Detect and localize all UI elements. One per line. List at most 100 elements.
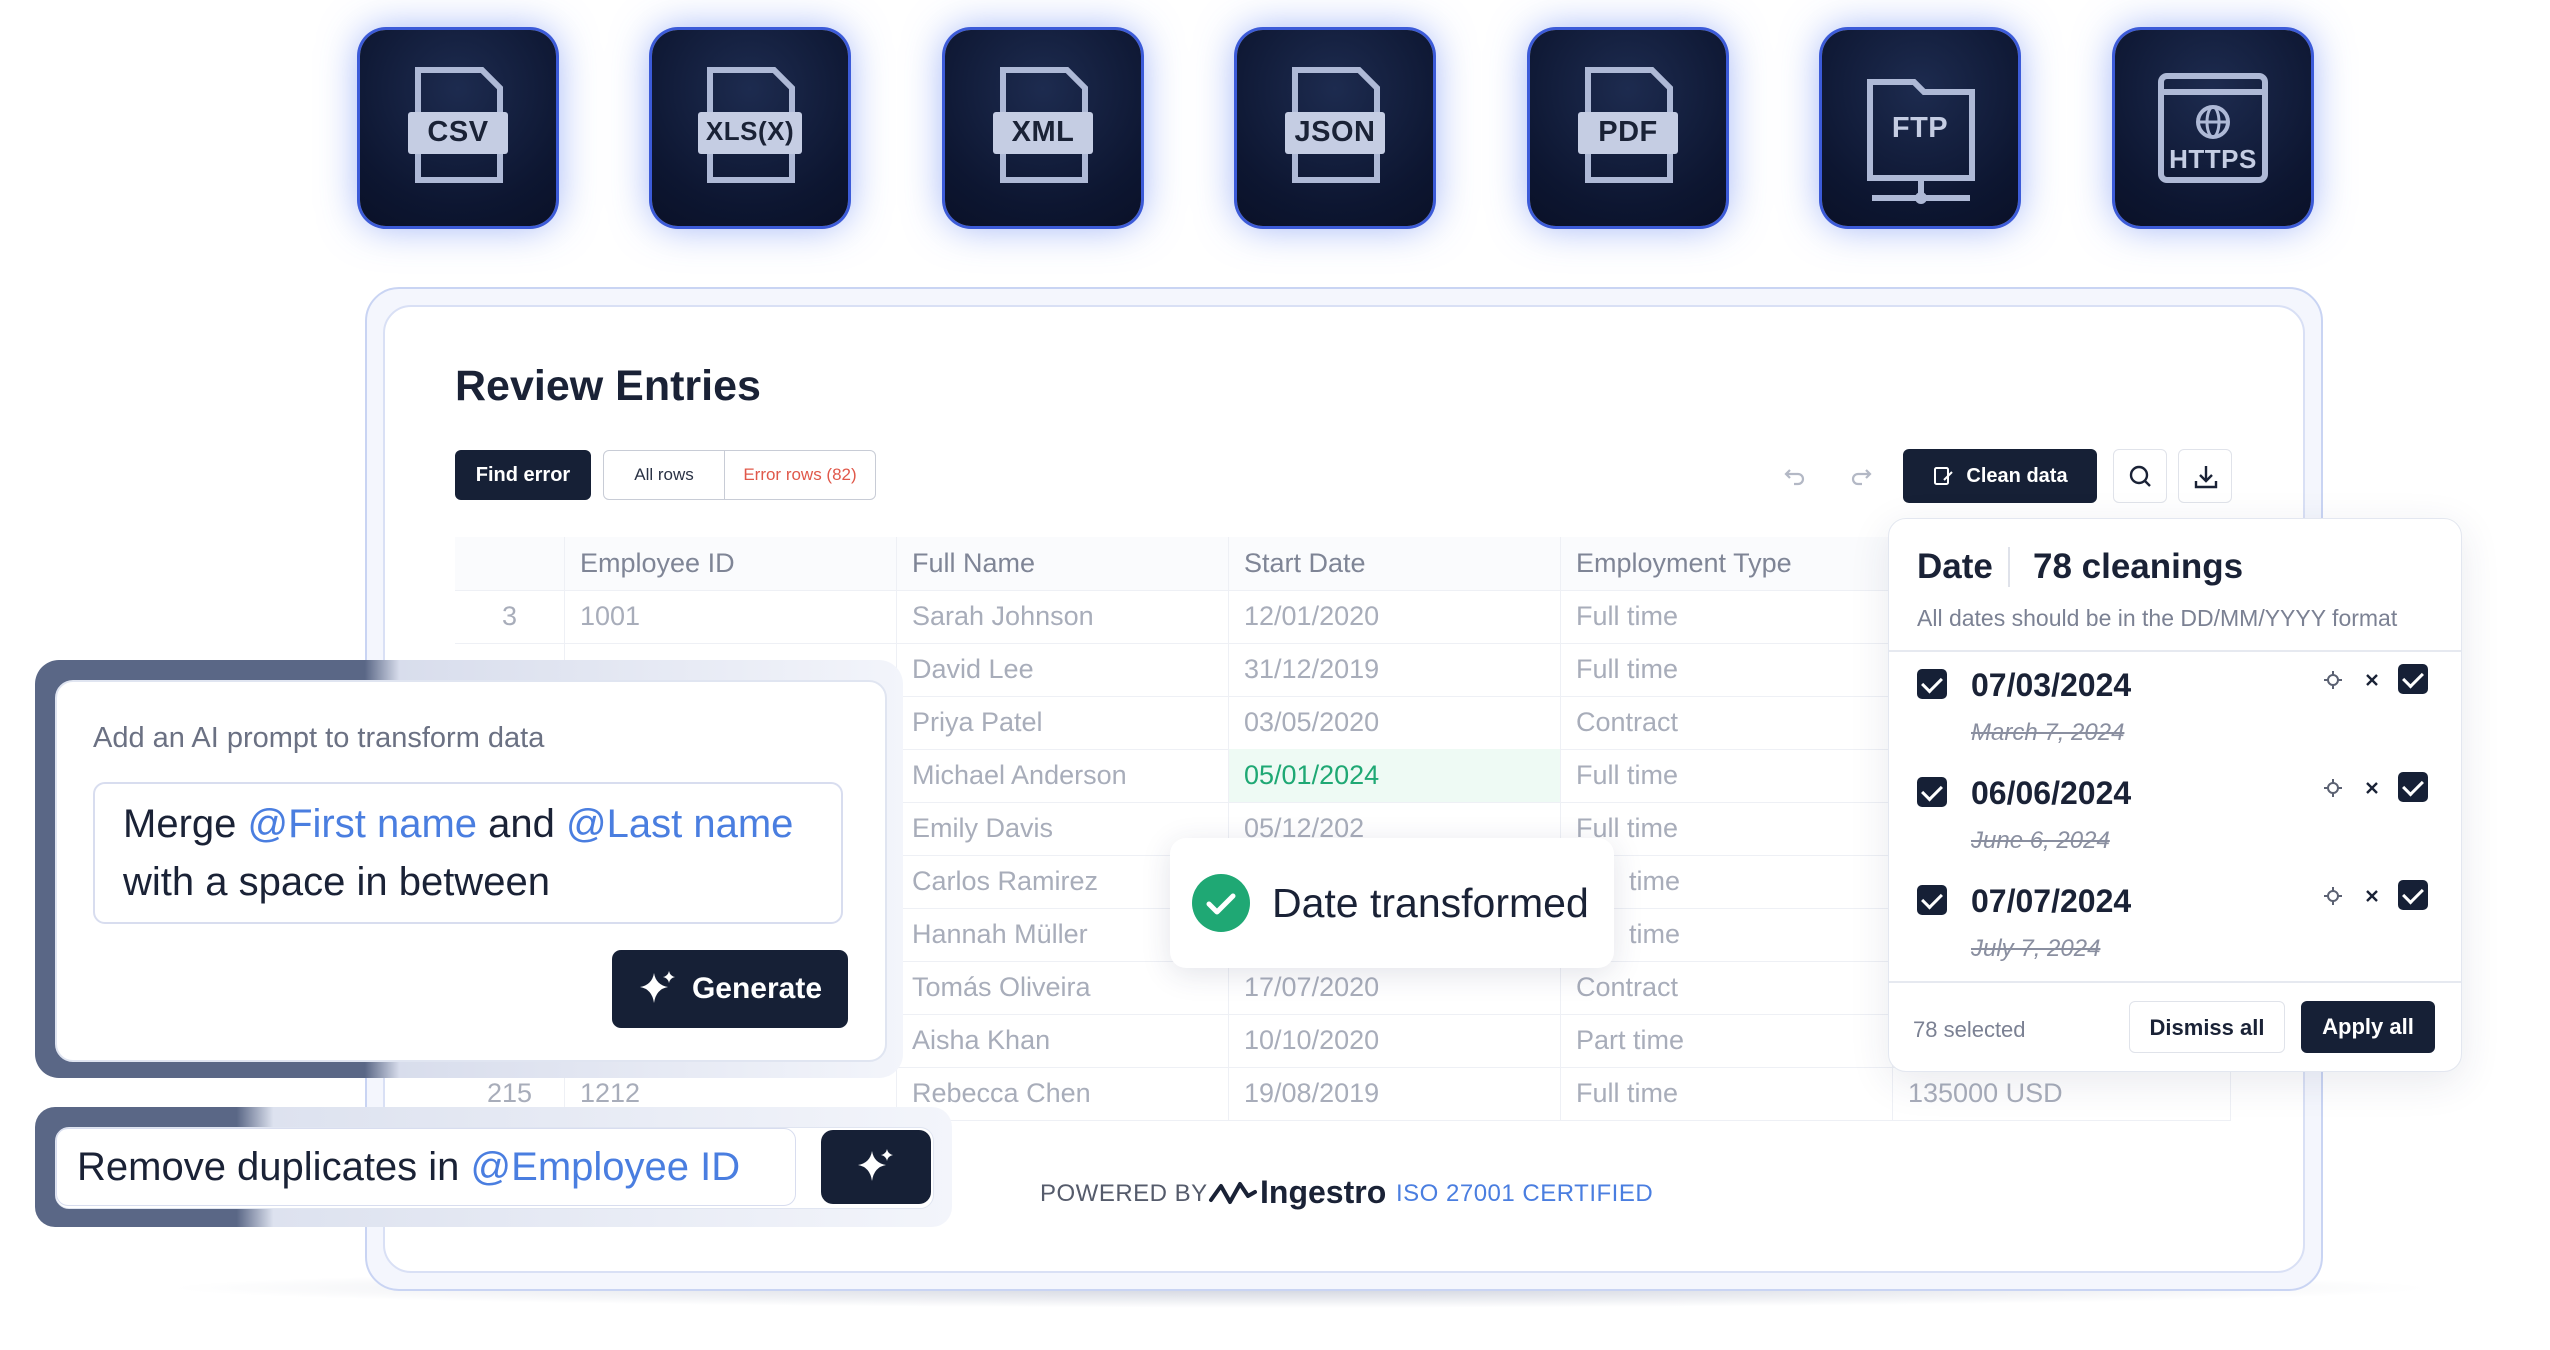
panel-count: 78 cleanings (2033, 547, 2244, 586)
pdf-format-tile: PDF (1530, 30, 1726, 226)
accept-checkbox[interactable] (2398, 664, 2428, 694)
check-circle-icon (1192, 874, 1250, 932)
generate-button[interactable]: Generate (612, 950, 848, 1028)
prompt-input[interactable]: Merge @First name and @Last name with a … (93, 782, 843, 924)
table-cell[interactable]: 03/05/2020 (1229, 696, 1561, 749)
format-label: FTP (1891, 112, 1949, 144)
csv-format-tile: CSV (360, 30, 556, 226)
duplicates-panel: Remove duplicates in @Employee ID (55, 1127, 934, 1209)
close-icon[interactable] (2361, 777, 2383, 799)
find-error-button[interactable]: Find error (455, 450, 591, 500)
close-icon[interactable] (2361, 669, 2383, 691)
mention-employee-id: @Employee ID (470, 1145, 741, 1189)
format-label: HTTPS (2169, 144, 2257, 174)
sparkle-icon (639, 971, 675, 1003)
close-icon[interactable] (2361, 885, 2383, 907)
table-cell[interactable]: Full time (1561, 1067, 1893, 1120)
xml-format-tile: XML (945, 30, 1141, 226)
locate-icon[interactable] (2322, 669, 2344, 691)
item-checkbox[interactable] (1917, 777, 1947, 807)
format-label: XLS(X) (705, 116, 795, 146)
generate-label: Generate (691, 972, 823, 1005)
table-cell[interactable]: Full time (1561, 749, 1893, 802)
accept-checkbox[interactable] (2398, 880, 2428, 910)
format-label: CSV (427, 116, 489, 148)
locate-icon[interactable] (2322, 885, 2344, 907)
sparkle-generate-button[interactable] (821, 1130, 931, 1204)
json-format-tile: JSON (1237, 30, 1433, 226)
clean-data-label: Clean data (1966, 464, 2068, 487)
table-cell[interactable]: 12/01/2020 (1229, 590, 1561, 643)
table-cell[interactable]: 135000 USD (1893, 1067, 2231, 1120)
table-cell[interactable]: Contract (1561, 696, 1893, 749)
powered-by-label: POWERED BY (1040, 1180, 1208, 1207)
iso-certification: ISO 27001 CERTIFIED (1396, 1180, 1654, 1207)
locate-icon[interactable] (2322, 777, 2344, 799)
mention-first-name: @First name (247, 802, 478, 846)
header-cell[interactable]: Full Name (897, 537, 1229, 590)
divider (2008, 547, 2010, 587)
dismiss-all-button[interactable]: Dismiss all (2129, 1001, 2285, 1053)
format-label: XML (1011, 116, 1075, 148)
download-button[interactable] (2178, 449, 2232, 503)
duplicates-input[interactable]: Remove duplicates in @Employee ID (56, 1128, 796, 1206)
new-value: 07/03/2024 (1971, 667, 2132, 703)
header-cell[interactable]: Start Date (1229, 537, 1561, 590)
old-value: June 6, 2024 (1971, 827, 2110, 854)
cleaning-panel: Date 78 cleanings All dates should be in… (1888, 518, 2462, 1072)
browser-icon (2158, 73, 2268, 183)
table-cell[interactable]: 19/08/2019 (1229, 1067, 1561, 1120)
mention-last-name: @Last name (566, 802, 794, 846)
table-cell[interactable]: Full time (1561, 643, 1893, 696)
tab-all-rows[interactable]: All rows (604, 451, 725, 499)
new-value: 07/07/2024 (1971, 883, 2132, 919)
table-cell[interactable]: David Lee (897, 643, 1229, 696)
table-cell[interactable]: Aisha Khan (897, 1014, 1229, 1067)
undo-icon[interactable] (1782, 462, 1808, 488)
search-icon (2129, 465, 2151, 487)
xlsx-format-tile: XLS(X) (652, 30, 848, 226)
ftp-format-tile: FTP (1822, 30, 2018, 226)
header-cell (455, 537, 565, 590)
item-checkbox[interactable] (1917, 885, 1947, 915)
item-checkbox[interactable] (1917, 669, 1947, 699)
page-title: Review Entries (455, 362, 761, 410)
table-cell[interactable]: Contract (1561, 961, 1893, 1014)
ai-prompt-panel: Add an AI prompt to transform data Merge… (55, 680, 887, 1062)
header-cell[interactable]: Employee ID (565, 537, 897, 590)
old-value: July 7, 2024 (1971, 935, 2101, 962)
divider (1889, 650, 2461, 652)
divider (1889, 981, 2461, 983)
table-cell[interactable]: Sarah Johnson (897, 590, 1229, 643)
toast-text: Date transformed (1272, 880, 1589, 926)
header-cell[interactable]: Employment Type (1561, 537, 1893, 590)
table-cell[interactable]: 17/07/2020 (1229, 961, 1561, 1014)
duplicates-text: Remove duplicates in @Employee ID (77, 1145, 741, 1189)
table-cell[interactable]: 1001 (565, 590, 897, 643)
brand-name: Ingestro (1260, 1174, 1387, 1210)
row-filter: All rows Error rows (82) (603, 450, 876, 500)
table-cell[interactable]: Tomás Oliveira (897, 961, 1229, 1014)
format-label: PDF (1598, 116, 1658, 148)
panel-description: All dates should be in the DD/MM/YYYY fo… (1917, 605, 2398, 631)
transformed-cell[interactable]: 05/01/2024 (1229, 749, 1561, 802)
apply-all-button[interactable]: Apply all (2301, 1001, 2435, 1053)
table-cell[interactable]: Michael Anderson (897, 749, 1229, 802)
toast-notification: Date transformed (1170, 838, 1614, 968)
table-cell[interactable]: Part time (1561, 1014, 1893, 1067)
redo-icon[interactable] (1848, 462, 1874, 488)
sparkle-icon (858, 1149, 893, 1181)
old-value: March 7, 2024 (1971, 719, 2125, 746)
tab-error-rows[interactable]: Error rows (82) (725, 451, 875, 499)
prompt-line-1: Merge @First name and @Last name (123, 802, 794, 846)
table-cell[interactable]: 10/10/2020 (1229, 1014, 1561, 1067)
accept-checkbox[interactable] (2398, 772, 2428, 802)
table-cell[interactable]: 31/12/2019 (1229, 643, 1561, 696)
table-cell[interactable]: Priya Patel (897, 696, 1229, 749)
table-cell[interactable]: Full time (1561, 590, 1893, 643)
table-cell[interactable]: Rebecca Chen (897, 1067, 1229, 1120)
search-button[interactable] (2113, 449, 2167, 503)
download-icon (2194, 466, 2218, 489)
clean-data-button[interactable]: Clean data (1903, 449, 2097, 503)
edit-doc-icon (1934, 467, 1954, 485)
